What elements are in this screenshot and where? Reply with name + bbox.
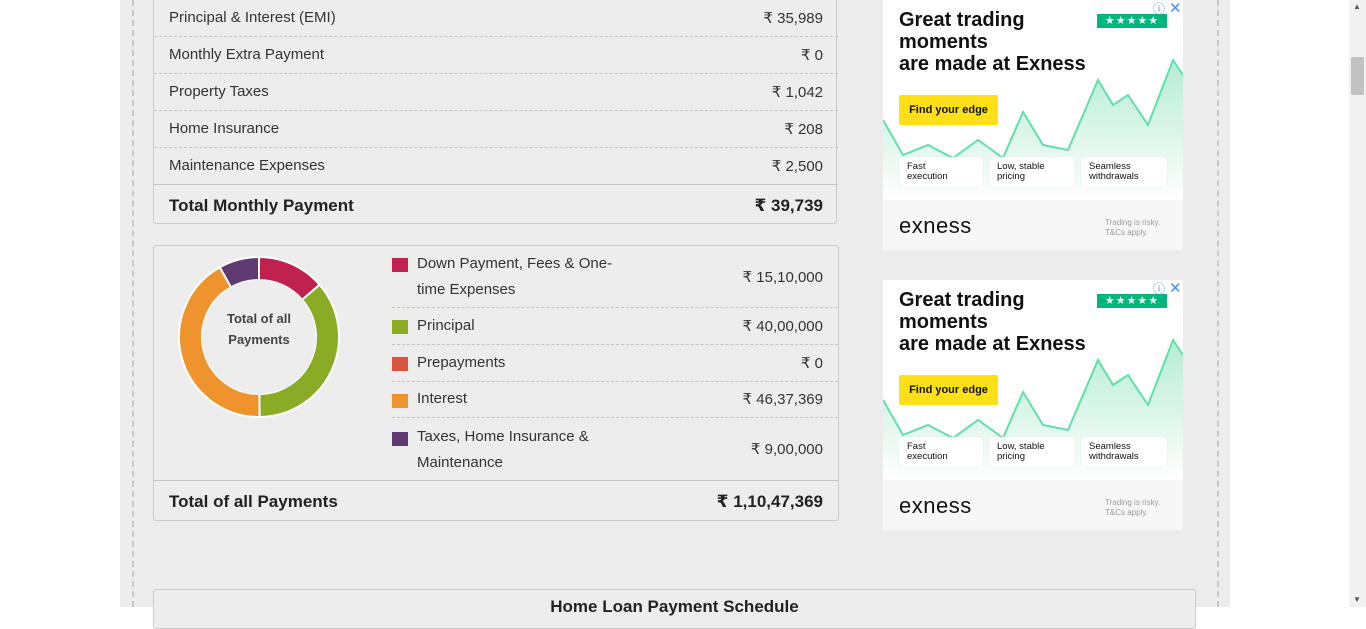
legend-value: ₹ 46,37,369 (742, 391, 823, 408)
ad-feature: Seamless withdrawals (1081, 437, 1167, 467)
row-value: ₹ 35,989 (763, 10, 823, 27)
ad-info-icon[interactable]: ⓘ (1153, 280, 1165, 297)
legend-swatch (392, 258, 408, 272)
row-value: ₹ 1,042 (771, 84, 823, 101)
legend-label: Prepayments (417, 354, 506, 371)
ad-feature: Low, stable pricing (989, 437, 1075, 467)
legend-value: ₹ 15,10,000 (742, 269, 823, 286)
table-row: Maintenance Expenses ₹ 2,500 (154, 148, 838, 185)
row-label: Monthly Extra Payment (169, 46, 325, 63)
total-payments-row: Total of all Payments ₹ 1,10,47,369 (154, 480, 838, 520)
right-dashed-border (1217, 0, 1219, 607)
legend-value: ₹ 0 (800, 355, 823, 372)
exness-logo: exness (899, 213, 972, 238)
ad-footer: exness Trading is risky. T&Cs apply. (883, 200, 1183, 250)
ad-feature-text: execution (907, 171, 948, 182)
exness-logo: exness (899, 493, 972, 518)
total-payments-value: ₹ 1,10,47,369 (716, 492, 823, 511)
legend-label: Taxes, Home Insurance & Maintenance (417, 428, 589, 471)
legend-item: Taxes, Home Insurance & Maintenance ₹ 9,… (392, 418, 838, 478)
legend-swatch (392, 394, 408, 408)
ad-info-icon[interactable]: ⓘ (1153, 0, 1165, 17)
ad-disclaimer-line: T&Cs apply. (1105, 228, 1148, 237)
total-monthly-row: Total Monthly Payment ₹ 39,739 (154, 184, 838, 224)
scroll-up-arrow-icon[interactable]: ▲ (1353, 2, 1361, 11)
ad-footer: exness Trading is risky. T&Cs apply. (883, 480, 1183, 530)
legend-value: ₹ 40,00,000 (742, 318, 823, 335)
legend-item: Principal ₹ 40,00,000 (392, 308, 838, 345)
total-payments-label: Total of all Payments (169, 492, 338, 511)
scrollbar-thumb[interactable] (1351, 57, 1364, 95)
scroll-down-arrow-icon[interactable]: ▼ (1353, 595, 1361, 604)
total-monthly-value: ₹ 39,739 (754, 196, 823, 215)
table-row: Home Insurance ₹ 208 (154, 111, 838, 148)
find-your-edge-button[interactable]: Find your edge (899, 375, 998, 405)
legend-item: Down Payment, Fees & One-time Expenses ₹… (392, 251, 838, 308)
ad-feature-text: withdrawals (1089, 171, 1139, 182)
ad-disclaimer-line: T&Cs apply. (1105, 508, 1148, 517)
ad-headline: Great trading moments are made at Exness (899, 289, 1086, 355)
ad-feature: Seamless withdrawals (1081, 157, 1167, 187)
ad-headline-line: are made at Exness (899, 333, 1086, 355)
legend-item: Prepayments ₹ 0 (392, 345, 838, 382)
row-label: Property Taxes (169, 83, 269, 100)
ad-feature-text: execution (907, 451, 948, 462)
ad-disclaimer-line: Trading is risky. (1105, 218, 1161, 227)
ad-feature: Fast execution (899, 437, 983, 467)
row-label: Principal & Interest (EMI) (169, 9, 336, 26)
legend-swatch (392, 432, 408, 446)
legend-value: ₹ 9,00,000 (750, 441, 823, 458)
payment-schedule-title: Home Loan Payment Schedule (550, 597, 799, 616)
row-value: ₹ 208 (784, 121, 823, 138)
ad-feature-text: pricing (997, 171, 1025, 182)
ad-close-icon[interactable]: ✕ (1169, 280, 1182, 297)
legend-label: Principal (417, 317, 475, 334)
advertisement-banner[interactable]: Great trading moments are made at Exness… (883, 280, 1183, 530)
ad-headline-line: are made at Exness (899, 53, 1086, 75)
ad-feature-text: pricing (997, 451, 1025, 462)
table-row: Property Taxes ₹ 1,042 (154, 74, 838, 111)
ad-headline-line: Great trading (899, 9, 1025, 31)
table-row: Principal & Interest (EMI) ₹ 35,989 (154, 0, 838, 37)
row-value: ₹ 2,500 (771, 158, 823, 175)
ad-close-icon[interactable]: ✕ (1169, 0, 1182, 17)
advertisement-banner[interactable]: Great trading moments are made at Exness… (883, 0, 1183, 250)
ad-disclaimer: Trading is risky. T&Cs apply. (1105, 498, 1160, 518)
ad-feature: Fast execution (899, 157, 983, 187)
payments-breakdown: Total of all Payments Down Payment, Fees… (153, 245, 839, 521)
legend-item: Interest ₹ 46,37,369 (392, 382, 838, 418)
legend-swatch (392, 320, 408, 334)
legend-swatch (392, 357, 408, 371)
ad-headline-line: moments (899, 31, 988, 53)
legend-label: Down Payment, Fees & One-time Expenses (417, 255, 613, 298)
row-label: Home Insurance (169, 120, 280, 137)
total-monthly-label: Total Monthly Payment (169, 196, 354, 215)
monthly-payment-table: Principal & Interest (EMI) ₹ 35,989 Mont… (153, 0, 838, 224)
row-label: Maintenance Expenses (169, 157, 325, 174)
table-row: Monthly Extra Payment ₹ 0 (154, 37, 838, 74)
find-your-edge-button[interactable]: Find your edge (899, 95, 998, 125)
ad-headline-line: moments (899, 311, 988, 333)
payment-schedule-section: Home Loan Payment Schedule (153, 589, 1196, 629)
ad-headline: Great trading moments are made at Exness (899, 9, 1086, 75)
donut-center-label: Total of all Payments (226, 311, 292, 347)
ad-headline-line: Great trading (899, 289, 1025, 311)
ad-feature: Low, stable pricing (989, 157, 1075, 187)
legend-label: Interest (417, 390, 468, 407)
left-dashed-border (132, 0, 134, 607)
row-value: ₹ 0 (800, 47, 823, 64)
ad-disclaimer: Trading is risky. T&Cs apply. (1105, 218, 1160, 238)
ad-feature-text: withdrawals (1089, 451, 1139, 462)
ad-disclaimer-line: Trading is risky. (1105, 498, 1161, 507)
